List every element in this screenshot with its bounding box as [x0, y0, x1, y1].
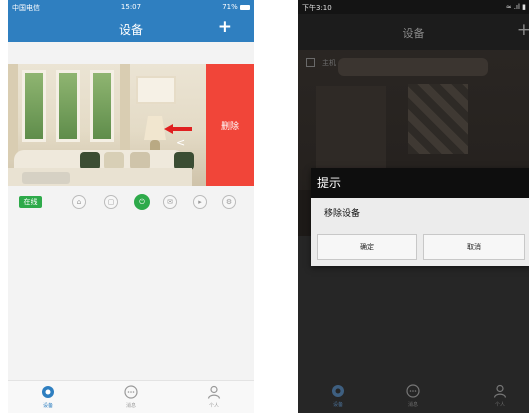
- signal-battery-icons: ≈ .ıl ▮: [505, 3, 526, 11]
- tab-messages[interactable]: 消息: [111, 385, 151, 409]
- battery-indicator: 71%: [222, 3, 250, 11]
- device-card-image[interactable]: <: [8, 64, 206, 186]
- bottom-tab-bar: 设备 消息 个人: [298, 380, 529, 413]
- mail-icon[interactable]: ✉: [163, 195, 177, 209]
- window-decoration: [22, 70, 46, 142]
- lock-icon[interactable]: ▢: [104, 195, 118, 209]
- clock: 下午3:10: [302, 4, 332, 12]
- device-name-label: 主机: [322, 59, 336, 67]
- window-decoration: [90, 70, 114, 142]
- home-icon[interactable]: ⌂: [72, 195, 86, 209]
- share-icon[interactable]: <: [176, 136, 185, 149]
- nav-header: 设备 +: [298, 14, 529, 50]
- status-bar: 下午3:10 ≈ .ıl ▮: [298, 0, 529, 14]
- lamp-decoration: [144, 116, 166, 140]
- online-status-badge: 在线: [19, 196, 42, 208]
- settings-icon[interactable]: ⚙: [222, 195, 236, 209]
- dialog-message: 移除设备: [324, 209, 361, 219]
- tab-device[interactable]: 设备: [318, 384, 358, 408]
- person-icon: [493, 384, 507, 398]
- window-decoration: [56, 70, 80, 142]
- edit-checkbox-icon[interactable]: [306, 58, 315, 67]
- tab-messages[interactable]: 消息: [393, 384, 433, 408]
- swipe-left-arrow-icon: [164, 124, 192, 134]
- left-phone-screen: 中国电信 15:07 71% 设备 + < 删除 在线 ⌂ ▢ ⏻ ✉ ▸ ⚙ …: [8, 0, 254, 413]
- wall-frame-decoration: [136, 76, 176, 104]
- bottom-tab-bar: 设备 消息 个人: [8, 380, 254, 413]
- tab-device[interactable]: 设备: [28, 385, 68, 409]
- tab-profile[interactable]: 个人: [194, 385, 234, 409]
- tab-label: 消息: [125, 403, 136, 409]
- battery-icon: [240, 4, 250, 10]
- message-icon: [406, 384, 420, 398]
- message-icon: [124, 385, 138, 399]
- clock: 15:07: [120, 3, 142, 11]
- person-icon: [207, 385, 221, 399]
- tab-label: 设备: [42, 403, 53, 409]
- ceiling-decoration: [338, 58, 488, 76]
- battery-percent: 71%: [222, 3, 238, 11]
- confirm-button[interactable]: 确定: [317, 234, 417, 260]
- tab-label: 个人: [494, 402, 505, 408]
- play-icon[interactable]: ▸: [193, 195, 207, 209]
- tab-label: 设备: [332, 402, 343, 408]
- right-phone-screen: 下午3:10 ≈ .ıl ▮ 设备 + 主机 提示 移除设备 确定 取消 设备: [298, 0, 529, 413]
- wall-panel-decoration: [408, 84, 468, 154]
- status-bar: 中国电信 15:07 71%: [8, 0, 254, 14]
- tab-label: 消息: [407, 402, 418, 408]
- wall-decoration: [316, 86, 386, 170]
- power-icon[interactable]: ⏻: [134, 194, 150, 210]
- tab-profile[interactable]: 个人: [480, 384, 520, 408]
- add-device-button[interactable]: +: [218, 17, 232, 37]
- coffee-table-decoration: [22, 172, 70, 184]
- device-icon: [42, 386, 54, 398]
- delete-button[interactable]: 删除: [206, 64, 254, 186]
- cancel-button[interactable]: 取消: [423, 234, 525, 260]
- page-title: 设备: [402, 27, 425, 40]
- curtain-decoration: [8, 64, 18, 160]
- nav-header: 设备 +: [8, 14, 254, 42]
- device-icon: [332, 385, 344, 397]
- curtain-decoration: [120, 64, 130, 160]
- tab-label: 个人: [208, 403, 219, 409]
- dialog-title: 提示: [311, 168, 529, 198]
- confirm-dialog: 提示 移除设备 确定 取消: [311, 168, 529, 266]
- add-device-button[interactable]: +: [517, 20, 529, 40]
